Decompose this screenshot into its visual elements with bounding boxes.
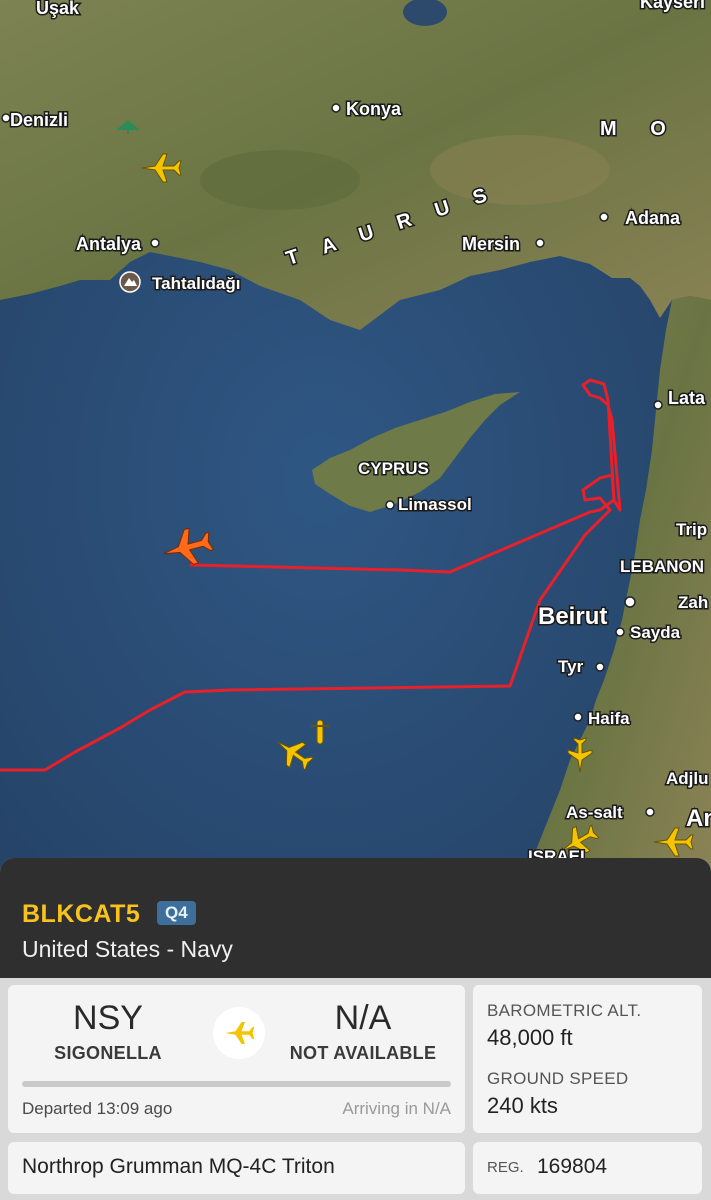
aircraft-type-card[interactable]: Northrop Grumman MQ-4C Triton [8,1142,465,1194]
city-dot-tyr [595,662,605,672]
stats-card[interactable]: BAROMETRIC ALT. 48,000 ft GROUND SPEED 2… [473,985,702,1133]
map-label-denizli: Denizli [10,110,68,130]
origin-code: NSY [73,999,143,1037]
city-dot-beirut [624,596,636,608]
city-dot-sayda [615,627,625,637]
map-label-amman: Am [686,805,711,832]
city-dot-konya [331,103,341,113]
progress-bar [22,1081,451,1087]
city-dot-adana [599,212,609,222]
map-label-usak: Uşak [36,0,80,18]
map-label-ajloun: Adjlu [666,769,709,788]
destination-name: NOT AVAILABLE [289,1043,437,1063]
map-label-latakia: Lata [668,388,706,408]
arriving-time: Arriving in N/A [342,1099,451,1118]
city-dot-as-salt [645,807,655,817]
route-card[interactable]: NSY SIGONELLA N/A NOT AVAILABLE Departed… [8,985,465,1133]
map-label-beirut: Beirut [538,603,607,630]
route-plane-icon [213,1007,265,1059]
registration-value: 169804 [537,1155,608,1178]
city-dot-latakia [653,400,663,410]
aircraft-type-badge: Q4 [157,901,196,925]
registration-card[interactable]: REG. 169804 [473,1142,702,1194]
operator-name: United States - Navy [22,936,233,962]
registration-label: REG. [487,1159,524,1176]
map-label-tyr: Tyr [558,657,584,676]
map-label-mo: M O [600,118,680,140]
map-label-limassol: Limassol [398,495,472,514]
map-label-tripoli: Trip [676,520,707,539]
map-label-haifa: Haifa [588,709,630,728]
map-label-tahtalidagi: Tahtalıdağı [152,274,240,293]
ground-speed-label: GROUND SPEED [487,1069,629,1088]
map-label-antalya: Antalya [76,234,142,254]
city-dot-mersin [535,238,545,248]
map-label-lebanon: LEBANON [620,557,704,576]
city-dot-limassol [385,500,395,510]
origin-name: SIGONELLA [54,1043,162,1063]
map-label-zahle: Zah [678,593,708,612]
flight-map[interactable]: Uşak Kayseri Denizli Konya Antalya Tahta… [0,0,711,870]
mountain-icon [119,271,141,293]
map-label-cyprus: CYPRUS [358,459,429,478]
map-label-adana: Adana [625,208,681,228]
callsign: BLKCAT5 [22,900,141,928]
map-label-mersin: Mersin [462,234,520,254]
map-label-konya: Konya [346,99,402,119]
flight-header[interactable]: BLKCAT5 Q4 United States - Navy [0,858,711,978]
barometric-alt-value: 48,000 ft [487,1025,573,1050]
map-label-as-salt: As-salt [566,803,623,822]
ground-speed-value: 240 kts [487,1093,558,1118]
terrain-patch [200,150,360,210]
flight-info-panel: BLKCAT5 Q4 United States - Navy NSY SIGO… [0,858,711,1200]
city-dot-denizli [1,113,11,123]
destination-code: N/A [334,999,392,1037]
aircraft-type-name: Northrop Grumman MQ-4C Triton [22,1155,335,1178]
map-label-sayda: Sayda [630,623,681,642]
city-dot-haifa [573,712,583,722]
map-label-kayseri: Kayseri [640,0,705,12]
departed-time: Departed 13:09 ago [22,1099,173,1118]
barometric-alt-label: BAROMETRIC ALT. [487,1001,642,1020]
city-dot-antalya [150,238,160,248]
